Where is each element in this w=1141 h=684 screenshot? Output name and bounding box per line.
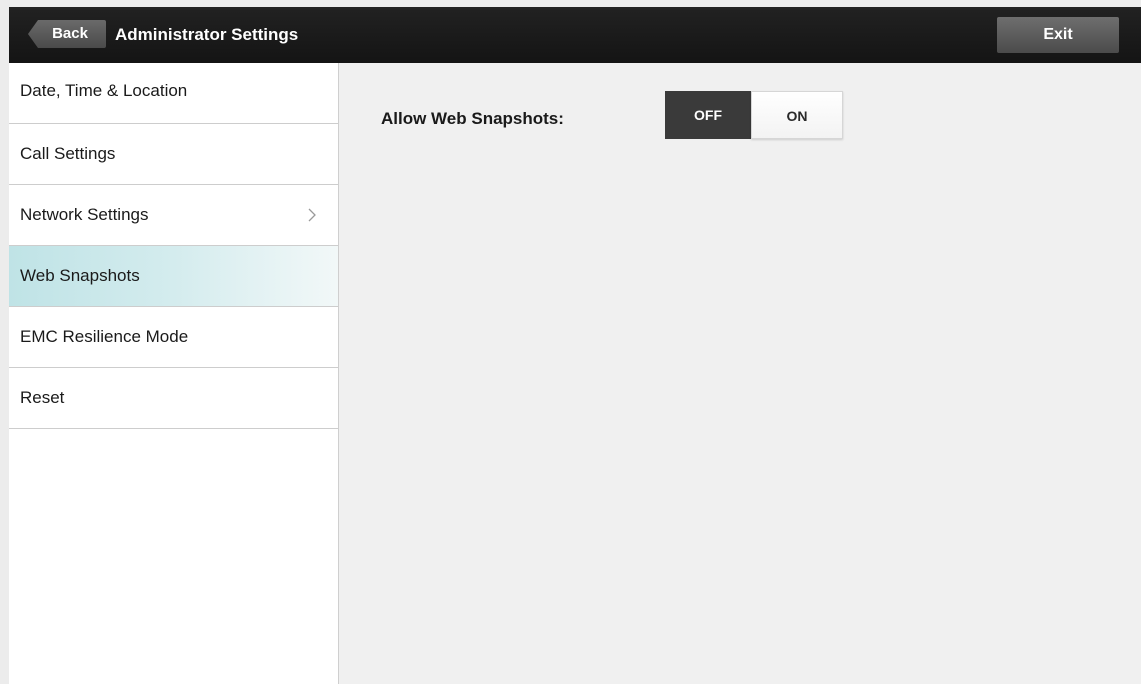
sidebar-item-label: Web Snapshots <box>20 266 140 285</box>
app-window: Back Administrator Settings Exit Date, T… <box>9 7 1141 684</box>
sidebar-item-label: Reset <box>20 388 65 407</box>
exit-button[interactable]: Exit <box>997 17 1119 53</box>
sidebar-item-reset[interactable]: Reset <box>9 368 338 429</box>
sidebar-item-label: Network Settings <box>20 205 149 224</box>
sidebar-item-emc-resilience-mode[interactable]: EMC Resilience Mode <box>9 307 338 368</box>
sidebar-item-call-settings[interactable]: Call Settings <box>9 124 338 185</box>
chevron-right-icon <box>308 208 316 222</box>
settings-content: Allow Web Snapshots: OFF ON <box>339 63 1141 684</box>
toggle-on-option[interactable]: ON <box>751 91 843 139</box>
sidebar-item-label: Call Settings <box>20 144 116 163</box>
back-button[interactable]: Back <box>28 20 106 48</box>
sidebar-item-label: Date, Time & Location <box>20 81 188 100</box>
allow-web-snapshots-label: Allow Web Snapshots: <box>381 109 564 128</box>
sidebar-item-web-snapshots[interactable]: Web Snapshots <box>9 246 338 307</box>
settings-sidebar: Date, Time & Location Call Settings Netw… <box>9 63 339 684</box>
back-button-label: Back <box>52 25 88 42</box>
top-bar: Back Administrator Settings Exit <box>9 7 1141 63</box>
toggle-off-option[interactable]: OFF <box>665 91 751 139</box>
sidebar-item-date-time-location[interactable]: Date, Time & Location <box>9 63 338 124</box>
page-title: Administrator Settings <box>115 25 299 44</box>
allow-web-snapshots-toggle[interactable]: OFF ON <box>665 91 845 143</box>
sidebar-item-network-settings[interactable]: Network Settings <box>9 185 338 246</box>
sidebar-item-label: EMC Resilience Mode <box>20 327 189 346</box>
